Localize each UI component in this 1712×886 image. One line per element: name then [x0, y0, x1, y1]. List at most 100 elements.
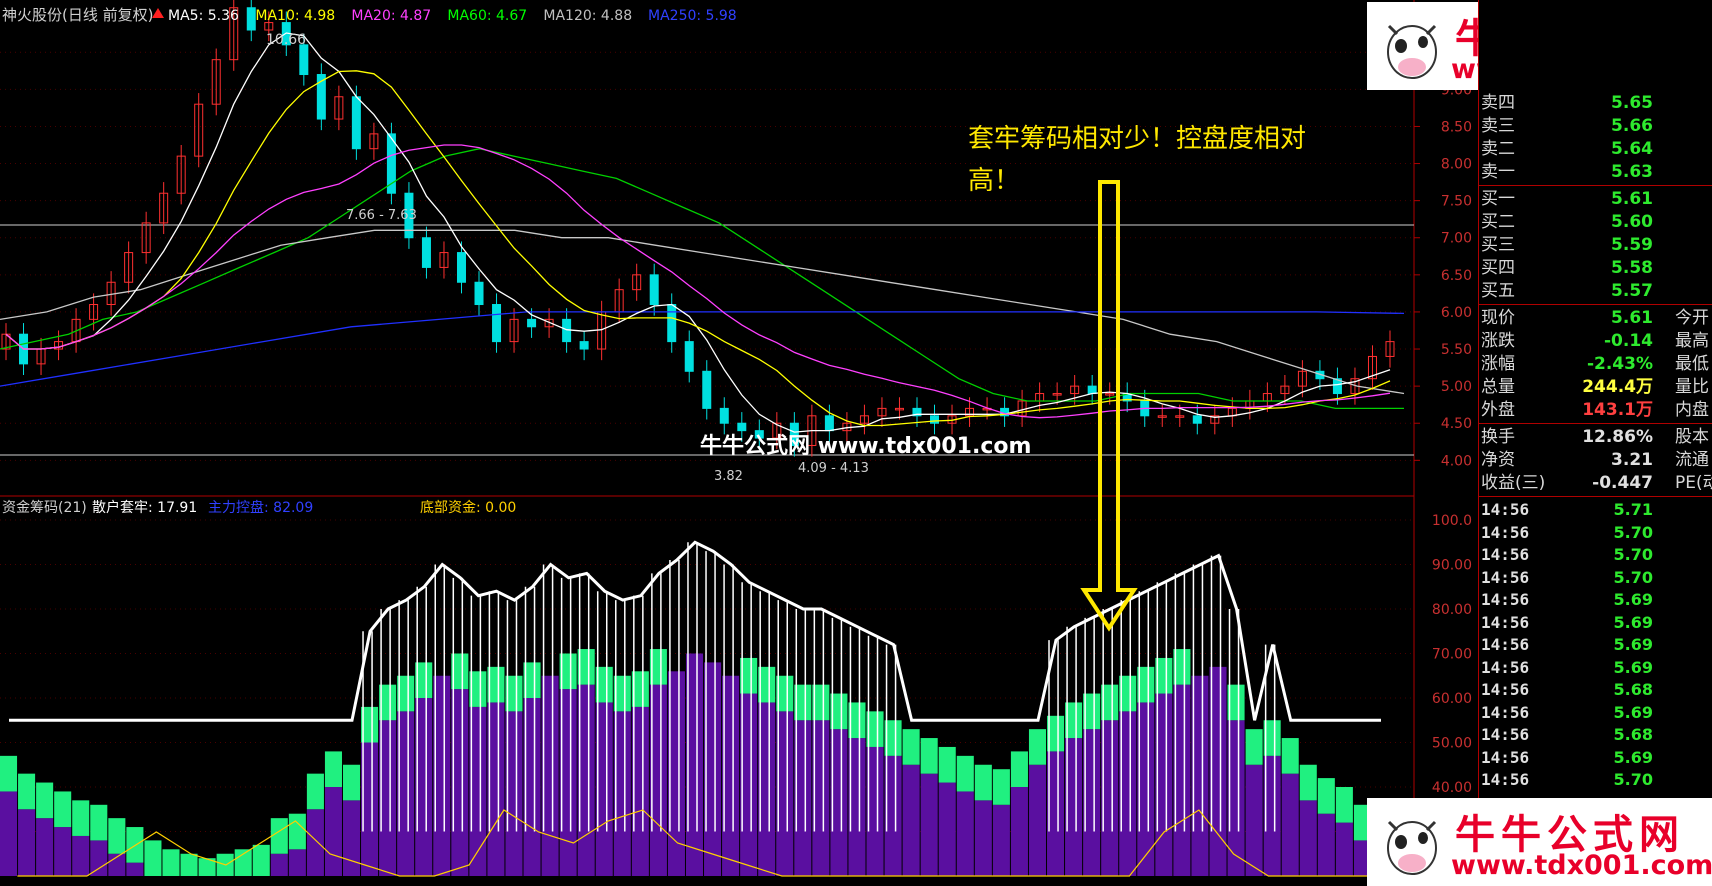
tick-row[interactable]: 14:56 5.69 [1479, 612, 1712, 634]
tick-row[interactable]: 14:56 5.68 [1479, 679, 1712, 701]
tick-price: 5.71 [1613, 500, 1653, 519]
tick-row[interactable]: 14:56 5.69 [1479, 702, 1712, 724]
main-control-bar [18, 809, 36, 876]
quote-label: 总量 [1481, 377, 1515, 397]
quote-extra-label: 流通 [1675, 450, 1709, 470]
quote-row[interactable]: 收益(三) -0.447 PE(动) [1479, 472, 1712, 495]
logo-bottom[interactable]: 牛牛公式网 www.tdx001.com [1367, 798, 1712, 886]
ma-legend-item: MA10: 4.98 [255, 8, 335, 24]
ma-legend-item: MA250: 5.98 [648, 8, 737, 24]
quote-row[interactable]: 买一 5.61 [1479, 188, 1712, 211]
tick-row[interactable]: 14:56 5.68 [1479, 724, 1712, 746]
tick-time: 14:56 [1481, 680, 1530, 699]
indicator-axis-label: 100.0 [1432, 513, 1472, 529]
quote-value: 5.59 [1611, 235, 1653, 255]
green-bar [108, 818, 126, 854]
green-bar [1299, 764, 1317, 801]
tick-row[interactable]: 14:56 5.69 [1479, 634, 1712, 656]
main-control-bar [54, 827, 72, 876]
candle-body [527, 318, 537, 328]
indicator-axis: 100.090.0080.0070.0060.0050.0040.0030.00 [1432, 513, 1472, 841]
quote-row[interactable]: 现价 5.61 今开 [1479, 307, 1712, 330]
quote-label: 收益(三) [1481, 473, 1546, 493]
indicator-axis-label: 70.00 [1432, 647, 1472, 663]
green-bar [1028, 729, 1047, 765]
tick-price: 5.68 [1613, 680, 1653, 699]
main-control-bar [1010, 787, 1028, 876]
quote-row[interactable]: 卖一 5.63 [1479, 161, 1712, 184]
green-bar [126, 827, 144, 863]
high-price-label: 10.66 [266, 32, 306, 48]
quote-label: 卖三 [1481, 116, 1515, 136]
quote-value: 5.60 [1611, 212, 1653, 232]
quote-row[interactable]: 外盘 143.1万 内盘 [1479, 399, 1712, 422]
quote-label: 卖四 [1481, 93, 1515, 113]
price-axis-label: 5.00 [1441, 379, 1472, 395]
green-bar [938, 746, 956, 783]
ma-legend-item: MA5: 5.36 [168, 8, 239, 24]
indicator-name[interactable]: 资金筹码(21) [2, 499, 87, 516]
bottom-fund-label: 底部资金: 0.00 [420, 500, 516, 516]
green-bar [1317, 778, 1335, 814]
quote-label: 外盘 [1481, 400, 1515, 420]
cow-logo-icon [1387, 820, 1437, 875]
quote-value: 5.64 [1611, 139, 1653, 159]
quote-value: -0.14 [1604, 331, 1653, 351]
tick-row[interactable]: 14:56 5.69 [1479, 657, 1712, 679]
price-axis-label: 4.50 [1441, 416, 1472, 432]
main-control-bar [956, 791, 974, 876]
price-axis: 9.509.008.508.007.507.006.506.005.505.00… [1414, 45, 1472, 469]
down-arrow-icon [1080, 180, 1138, 632]
tick-row[interactable]: 14:56 5.70 [1479, 522, 1712, 544]
quote-row[interactable]: 卖四 5.65 [1479, 92, 1712, 115]
main-control-bar [1245, 764, 1263, 876]
price-axis-label: 5.50 [1441, 342, 1472, 358]
main-control-bar [306, 809, 324, 876]
candle-body [1192, 415, 1202, 424]
quote-label: 涨幅 [1481, 354, 1515, 374]
quote-value: -0.447 [1592, 473, 1653, 493]
tick-row[interactable]: 14:56 5.69 [1479, 589, 1712, 611]
green-bar [54, 791, 72, 828]
price-axis-label: 8.50 [1441, 119, 1472, 135]
up-triangle-icon [152, 8, 164, 18]
tick-row[interactable]: 14:56 5.70 [1479, 769, 1712, 791]
main-control-bar [1335, 822, 1353, 876]
quote-row[interactable]: 涨幅 -2.43% 最低 [1479, 353, 1712, 376]
quote-row[interactable]: 卖三 5.66 [1479, 115, 1712, 138]
quote-row[interactable]: 买二 5.60 [1479, 211, 1712, 234]
ma-legend: MA5: 5.36 MA10: 4.98 MA20: 4.87 MA60: 4.67 M… [152, 8, 737, 24]
tick-row[interactable]: 14:56 5.70 [1479, 567, 1712, 589]
green-bar [956, 755, 974, 792]
tick-row[interactable]: 14:56 5.69 [1479, 747, 1712, 769]
main-control-bar [324, 787, 342, 876]
tick-price: 5.70 [1613, 770, 1653, 789]
tick-time: 14:56 [1481, 725, 1530, 744]
quote-row[interactable]: 净资 3.21 流通 [1479, 449, 1712, 472]
quote-row[interactable]: 卖二 5.64 [1479, 138, 1712, 161]
quote-row[interactable]: 买三 5.59 [1479, 234, 1712, 257]
main-control-bar [288, 849, 306, 876]
quote-row[interactable]: 买五 5.57 [1479, 280, 1712, 303]
annotation-text: 套牢筹码相对少！控盘度相对高！ [968, 124, 1307, 196]
tick-price: 5.70 [1613, 545, 1653, 564]
tick-row[interactable]: 14:56 5.70 [1479, 544, 1712, 566]
quote-row[interactable]: 涨跌 -0.14 最高 [1479, 330, 1712, 353]
quote-label: 卖二 [1481, 139, 1515, 159]
quote-row[interactable]: 换手 12.86% 股本 [1479, 426, 1712, 449]
quote-row[interactable]: 买四 5.58 [1479, 257, 1712, 280]
tick-time: 14:56 [1481, 612, 1530, 632]
main-control-bar [72, 835, 90, 876]
tick-price: 5.69 [1613, 612, 1653, 632]
tick-time: 14:56 [1481, 590, 1530, 609]
main-control-bar [1317, 813, 1335, 876]
main-control-bar [342, 800, 361, 876]
quote-row[interactable]: 总量 244.4万 量比 [1479, 376, 1712, 399]
tick-price: 5.68 [1613, 725, 1653, 744]
main-control-label: 主力控盘: 82.09 [208, 499, 313, 516]
quote-value: -2.43% [1586, 354, 1653, 374]
stock-name[interactable]: 神火股份(日线 前复权) [2, 6, 153, 24]
green-bar [920, 738, 938, 774]
tick-time: 14:56 [1481, 500, 1530, 519]
tick-row[interactable]: 14:56 5.71 [1479, 499, 1712, 521]
